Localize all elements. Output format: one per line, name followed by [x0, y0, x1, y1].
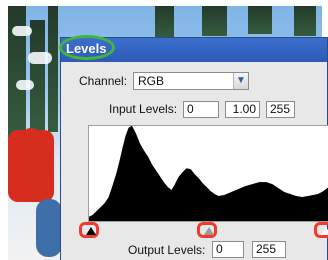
screenshot-canvas: Levels Channel: RGB ▼ Input Levels: 0 1.…: [0, 0, 328, 260]
tree: [248, 6, 272, 34]
input-white-slider[interactable]: [314, 222, 328, 238]
input-black-slider[interactable]: [79, 222, 99, 238]
input-gamma-slider[interactable]: [197, 222, 217, 238]
output-levels-black-field[interactable]: 0: [212, 241, 244, 258]
slider-black-icon: [86, 227, 96, 235]
channel-select[interactable]: RGB ▼: [133, 72, 249, 90]
input-levels-white-field[interactable]: 255: [266, 101, 295, 118]
channel-label: Channel:: [79, 74, 128, 88]
tree: [202, 6, 227, 36]
histogram-graph: [89, 126, 328, 222]
output-levels-label: Output Levels:: [128, 243, 206, 257]
input-levels-black-field[interactable]: 0: [183, 101, 219, 118]
output-levels-white-field[interactable]: 255: [252, 241, 286, 258]
input-levels-label: Input Levels:: [109, 102, 178, 116]
snow-patch: [12, 26, 32, 36]
histogram-shape: [89, 126, 328, 222]
levels-dialog: Levels Channel: RGB ▼ Input Levels: 0 1.…: [59, 35, 328, 260]
skier-blue-jacket: [36, 199, 62, 257]
dialog-title-bar[interactable]: Levels: [59, 35, 327, 62]
skier-red-hood: [22, 128, 40, 146]
channel-value: RGB: [138, 74, 165, 88]
tree: [294, 6, 316, 36]
chevron-down-icon[interactable]: ▼: [233, 73, 248, 89]
snow-patch: [28, 52, 52, 64]
tree: [30, 20, 45, 130]
slider-gray-icon: [204, 227, 214, 235]
slider-white-icon: [321, 227, 328, 235]
dialog-title: Levels: [66, 41, 107, 56]
tree: [155, 6, 174, 37]
input-levels-gamma-field[interactable]: 1.00: [225, 101, 260, 118]
snow-patch: [16, 80, 34, 90]
tree: [48, 6, 58, 132]
histogram: [88, 125, 328, 222]
